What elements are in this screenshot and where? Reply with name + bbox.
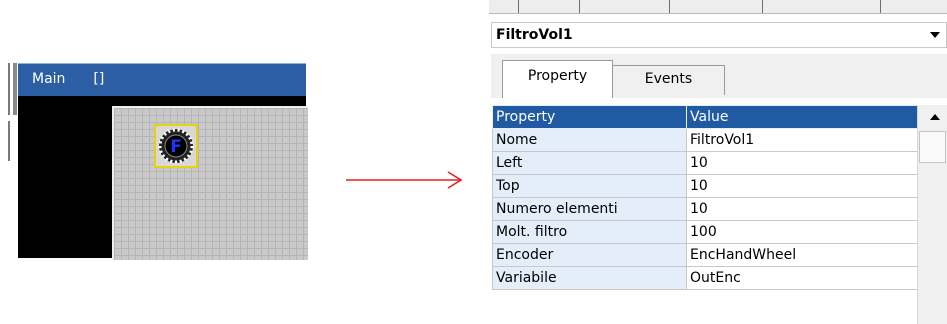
property-name: Variabile [492,266,687,290]
table-row[interactable]: Numero elementi 10 [492,197,918,221]
property-value[interactable]: FiltroVol1 [686,128,918,152]
property-table: Property Value Nome FiltroVol1 Left 10 T… [492,105,918,290]
filter-widget[interactable]: F [154,124,198,168]
property-value[interactable]: 10 [686,151,918,175]
window-edge [8,63,10,115]
widget-letter: F [170,137,182,157]
encoder-knob-icon: F [158,128,194,164]
window-title-extra: [] [93,71,105,87]
scroll-up-icon[interactable] [922,106,946,129]
tab-property[interactable]: Property [502,60,613,98]
property-value[interactable]: OutEnc [686,266,918,290]
table-row[interactable]: Variabile OutEnc [492,266,918,290]
toolbar-strip [489,0,947,14]
divider [579,0,580,13]
property-name: Molt. filtro [492,220,687,244]
window-titlebar[interactable]: Main [] [18,63,306,96]
window-edge [8,121,10,161]
property-value[interactable]: EncHandWheel [686,243,918,267]
designer-window: Main [] F [8,61,308,260]
divider [669,0,670,13]
table-row[interactable]: Nome FiltroVol1 [492,128,918,152]
column-header-value[interactable]: Value [686,105,918,129]
grid-header-row: Property Value [492,105,918,129]
tab-bar: Property Events [491,54,947,98]
divider [880,0,881,13]
property-value[interactable]: 10 [686,174,918,198]
table-row[interactable]: Molt. filtro 100 [492,220,918,244]
design-canvas[interactable]: F [112,106,308,260]
property-name: Top [492,174,687,198]
table-row[interactable]: Left 10 [492,151,918,175]
property-name: Left [492,151,687,175]
vertical-scrollbar[interactable] [917,105,947,324]
object-selector[interactable]: FiltroVol1 [491,22,947,48]
arrow-right-icon [346,171,463,189]
property-name: Numero elementi [492,197,687,221]
object-selector-value: FiltroVol1 [496,27,573,43]
property-value[interactable]: 100 [686,220,918,244]
property-panel: FiltroVol1 Property Events Property Valu… [489,0,947,324]
table-row[interactable]: Encoder EncHandWheel [492,243,918,267]
column-header-property[interactable]: Property [492,105,687,129]
window-title: Main [32,71,66,87]
divider [762,0,763,13]
chevron-down-icon[interactable] [930,32,940,38]
property-name: Encoder [492,243,687,267]
property-grid: Property Value Nome FiltroVol1 Left 10 T… [489,105,947,324]
window-body: F [18,96,308,260]
property-name: Nome [492,128,687,152]
table-row[interactable]: Top 10 [492,174,918,198]
window-edge [13,63,17,115]
tab-events[interactable]: Events [613,65,725,95]
divider [518,0,519,13]
property-value[interactable]: 10 [686,197,918,221]
scrollbar-thumb[interactable] [919,131,946,163]
